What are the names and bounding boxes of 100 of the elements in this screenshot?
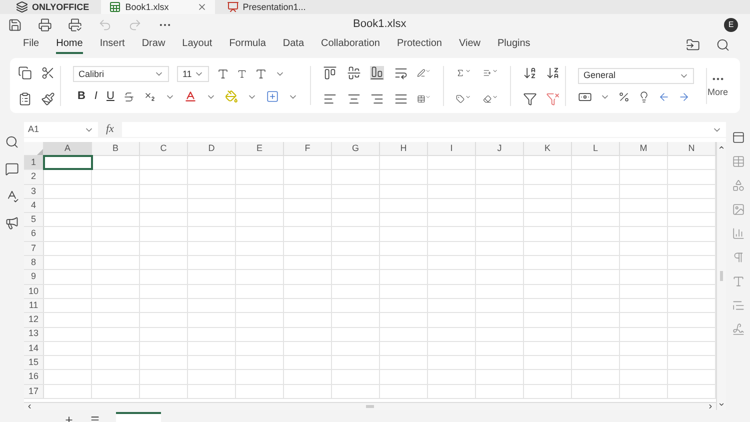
fill-color-icon[interactable] [225,90,238,103]
menu-tab[interactable]: Plugins [497,36,530,54]
subscript-icon[interactable] [144,90,156,102]
align-middle-icon[interactable] [346,66,361,80]
menu-tab[interactable]: Protection [396,36,442,54]
size-field[interactable]: 11 [177,66,210,82]
column-header[interactable]: C [140,142,188,155]
menu-tab[interactable]: Draw [142,36,166,54]
percent-icon[interactable] [618,90,630,102]
save-icon[interactable] [8,18,22,32]
menu-tab[interactable]: View [458,36,480,54]
sheet-tab[interactable] [116,412,161,422]
scroll-down-icon[interactable] [718,401,725,408]
selected-cell[interactable] [44,156,92,170]
align-left-icon[interactable] [323,92,338,106]
megaphone-icon[interactable] [5,216,19,230]
lightbulb-icon[interactable] [638,90,650,102]
function-label[interactable]: fx [98,121,122,138]
search-icon[interactable] [716,38,730,52]
chart-icon[interactable] [732,227,744,240]
add-sheet-icon[interactable] [64,415,74,422]
borders-icon[interactable] [266,90,280,103]
close-icon[interactable] [196,2,207,12]
formula-input[interactable] [122,122,726,137]
font-color-icon[interactable] [184,90,198,103]
sort-ascending-icon[interactable] [523,66,538,80]
row-header[interactable]: 8 [24,256,44,270]
sort-descending-icon[interactable] [546,66,560,80]
column-header[interactable]: K [524,142,572,155]
menu-tab[interactable]: Collaboration [321,36,380,54]
menu-tab[interactable]: Layout [182,36,212,54]
column-header[interactable]: M [620,142,668,155]
column-header[interactable]: G [332,142,380,155]
row-header[interactable]: 15 [24,356,44,370]
row-header[interactable]: 14 [24,342,44,356]
user-avatar[interactable]: E [724,18,738,32]
filter-icon[interactable] [523,92,538,106]
cut-icon[interactable] [41,66,56,80]
scroll-right-icon[interactable] [707,403,714,410]
clear-filter-icon[interactable] [546,92,560,106]
align-right-icon[interactable] [370,92,384,106]
undo-icon[interactable] [98,18,112,32]
italic-button[interactable]: I [94,88,98,105]
bold-button[interactable]: B [77,88,86,105]
column-header[interactable]: H [380,142,428,155]
search-icon[interactable] [5,135,19,149]
row-header[interactable]: 7 [24,242,44,256]
column-header[interactable]: B [92,142,140,155]
row-header[interactable]: 13 [24,328,44,341]
increase-decimal-icon[interactable] [678,90,690,102]
row-header[interactable]: 5 [24,213,44,226]
scroll-left-icon[interactable] [26,403,33,410]
row-header[interactable]: 11 [24,298,44,312]
justify-icon[interactable] [394,92,408,106]
column-header[interactable]: E [236,142,284,155]
strikethrough-icon[interactable] [123,90,136,102]
more-button[interactable]: More [707,72,732,100]
row-header[interactable]: 4 [24,198,44,212]
row-header[interactable]: 17 [24,384,44,398]
shapes-icon[interactable] [732,179,744,192]
font-field[interactable]: Calibri [73,66,170,82]
column-header[interactable]: L [572,142,620,155]
menu-tab[interactable]: Data [282,36,304,54]
row-header[interactable]: 3 [24,184,44,198]
paste-icon[interactable] [18,92,32,106]
align-top-icon[interactable] [323,66,338,80]
decrease-decimal-icon[interactable] [658,90,670,102]
column-header[interactable]: F [284,142,332,155]
image-icon[interactable] [732,203,744,216]
column-header[interactable]: A [44,142,92,155]
copy-icon[interactable] [18,66,32,80]
spellcheck-icon[interactable] [5,189,19,203]
name-box[interactable]: A1 [24,122,98,137]
folder-icon[interactable] [686,38,700,52]
row-header[interactable]: 2 [24,170,44,184]
column-header[interactable]: J [476,142,524,155]
align-bottom-icon[interactable] [370,66,384,80]
row-header[interactable]: 16 [24,370,44,384]
menu-tab[interactable]: Insert [100,36,125,54]
app-tab[interactable]: Book1.xlsx [101,0,215,14]
menu-tab[interactable]: Formula [229,36,266,54]
comment-icon[interactable] [5,162,19,176]
number-format-field[interactable]: General [578,68,694,84]
redo-icon[interactable] [128,18,142,32]
format-painter-icon[interactable] [41,92,56,106]
wrap-text-icon[interactable] [394,66,408,80]
row-header[interactable]: 6 [24,227,44,241]
row-header[interactable]: 12 [24,313,44,327]
table-icon[interactable] [732,155,744,168]
sheet-list-icon[interactable] [90,415,100,422]
app-tab[interactable]: Presentation1... [218,0,314,14]
underline-button[interactable]: U [106,88,114,105]
row-header[interactable]: 9 [24,270,44,284]
column-header[interactable]: I [428,142,476,155]
paragraph-icon[interactable] [732,251,744,264]
row-header[interactable]: 1 [24,156,44,170]
menu-tab[interactable]: File [23,36,40,54]
column-header[interactable]: D [188,142,236,155]
quick-print-icon[interactable] [68,18,82,32]
menu-tab[interactable]: Home [56,36,83,54]
